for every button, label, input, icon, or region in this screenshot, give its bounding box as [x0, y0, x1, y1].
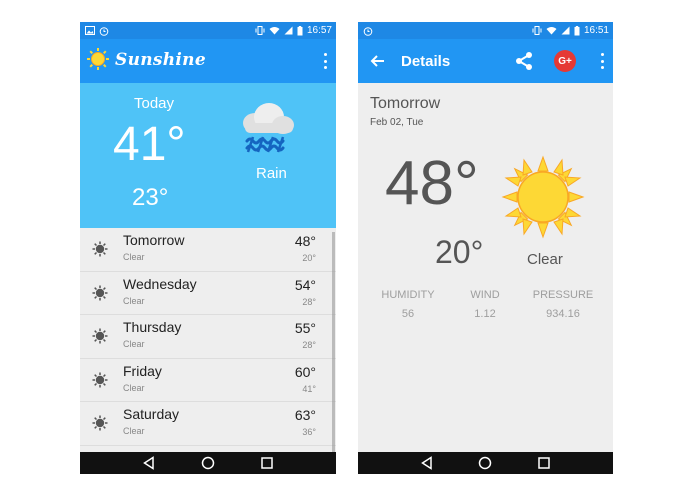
detail-high-temp: 48°: [385, 149, 479, 218]
forecast-day: Wednesday: [123, 275, 197, 292]
recents-square-icon: [538, 457, 550, 469]
today-description: Rain: [256, 165, 287, 182]
nav-home-button[interactable]: [201, 456, 215, 470]
forecast-item-friday[interactable]: Friday Clear 60° 41°: [80, 359, 336, 402]
forecast-item-tomorrow[interactable]: Tomorrow Clear 48° 20°: [80, 228, 336, 272]
vibrate-icon: [532, 26, 542, 35]
today-label: Today: [134, 95, 175, 112]
app-bar: Sunshine: [80, 39, 336, 83]
status-time: 16:57: [306, 25, 332, 36]
forecast-low-temp: 28°: [302, 340, 316, 350]
forecast-description: Clear: [123, 339, 145, 349]
vibrate-icon: [255, 26, 265, 35]
status-time: 16:51: [583, 25, 609, 36]
main-forecast-screen: 16:57 Sunshine Today 41° 23° Rain Tomorr…: [80, 22, 336, 474]
sun-icon: [92, 328, 108, 344]
nav-recents-button[interactable]: [537, 456, 551, 470]
forecast-low-temp: 28°: [302, 296, 316, 307]
sun-logo-icon: [87, 48, 109, 70]
today-low-temp: 23°: [132, 184, 169, 211]
sun-icon: [92, 285, 108, 300]
app-title: Sunshine: [115, 50, 206, 70]
forecast-day: Friday: [123, 362, 162, 379]
google-plus-button[interactable]: G+: [554, 50, 576, 72]
home-circle-icon: [479, 456, 492, 470]
back-triangle-icon: [143, 456, 155, 470]
forecast-item-thursday[interactable]: Thursday Clear 55° 28°: [80, 315, 336, 359]
nav-back-button[interactable]: [420, 456, 434, 470]
forecast-high-temp: 60°: [294, 363, 316, 380]
back-arrow-icon[interactable]: [368, 51, 388, 71]
alarm-clock-icon: [99, 26, 109, 36]
home-circle-icon: [201, 456, 215, 470]
forecast-item-wednesday[interactable]: Wednesday Clear 54° 28°: [80, 272, 336, 315]
signal-icon: [561, 26, 570, 35]
sun-icon: [501, 155, 585, 239]
status-bar: 16:51: [358, 22, 613, 39]
forecast-description: Clear: [123, 252, 145, 262]
forecast-high-temp: 54°: [294, 276, 316, 293]
sun-icon: [92, 241, 108, 257]
forecast-low-temp: 41°: [302, 383, 316, 394]
wind-label: WIND: [470, 289, 500, 301]
status-bar: 16:57: [80, 22, 336, 39]
recents-square-icon: [260, 457, 273, 469]
today-high-temp: 41°: [113, 118, 186, 171]
details-screen: 16:51 Details G+ Tomorrow Feb 02, Tue 48…: [358, 22, 613, 474]
detail-day: Tomorrow: [370, 95, 441, 112]
overflow-menu-icon[interactable]: [322, 53, 328, 69]
nav-back-button[interactable]: [142, 456, 156, 470]
forecast-item-saturday[interactable]: Saturday Clear 63° 36°: [80, 402, 336, 446]
app-bar: Details G+: [358, 39, 613, 83]
detail-description: Clear: [527, 251, 563, 268]
forecast-description: Clear: [123, 426, 145, 436]
wifi-icon: [546, 27, 557, 35]
battery-icon: [574, 25, 580, 35]
forecast-day: Tomorrow: [123, 232, 185, 248]
nav-recents-button[interactable]: [260, 456, 274, 470]
detail-date: Feb 02, Tue: [370, 117, 424, 128]
forecast-list: Tomorrow Clear 48° 20° Wednesday Clear 5…: [80, 228, 336, 446]
detail-low-temp: 20°: [435, 234, 484, 270]
rain-cloud-icon: [243, 103, 294, 153]
forecast-description: Clear: [123, 382, 145, 393]
wifi-icon: [269, 27, 280, 35]
sun-icon: [92, 372, 108, 387]
forecast-high-temp: 48°: [294, 233, 316, 249]
scrollbar[interactable]: [332, 232, 335, 454]
battery-icon: [297, 25, 303, 35]
forecast-description: Clear: [123, 295, 145, 306]
nav-home-button[interactable]: [478, 456, 492, 470]
back-triangle-icon: [421, 456, 432, 470]
overflow-menu-icon[interactable]: [599, 53, 605, 69]
forecast-high-temp: 63°: [294, 407, 316, 423]
pressure-value: 934.16: [546, 308, 580, 320]
alarm-clock-icon: [363, 26, 373, 36]
share-icon[interactable]: [513, 50, 535, 72]
page-title: Details: [401, 53, 451, 70]
forecast-low-temp: 20°: [302, 253, 316, 263]
today-panel[interactable]: Today 41° 23° Rain: [80, 83, 336, 228]
wind-value: 1.12: [474, 308, 496, 320]
forecast-day: Saturday: [123, 406, 180, 422]
details-panel: Tomorrow Feb 02, Tue 48° 20° Clear HUMID…: [358, 83, 613, 452]
gallery-notification-icon: [85, 26, 95, 35]
signal-icon: [284, 26, 293, 35]
navigation-bar: [80, 452, 336, 474]
sun-icon: [92, 415, 108, 431]
navigation-bar: [358, 452, 613, 474]
forecast-low-temp: 36°: [302, 427, 316, 437]
pressure-label: PRESSURE: [532, 289, 594, 301]
forecast-high-temp: 55°: [294, 320, 316, 336]
forecast-day: Thursday: [123, 319, 182, 335]
